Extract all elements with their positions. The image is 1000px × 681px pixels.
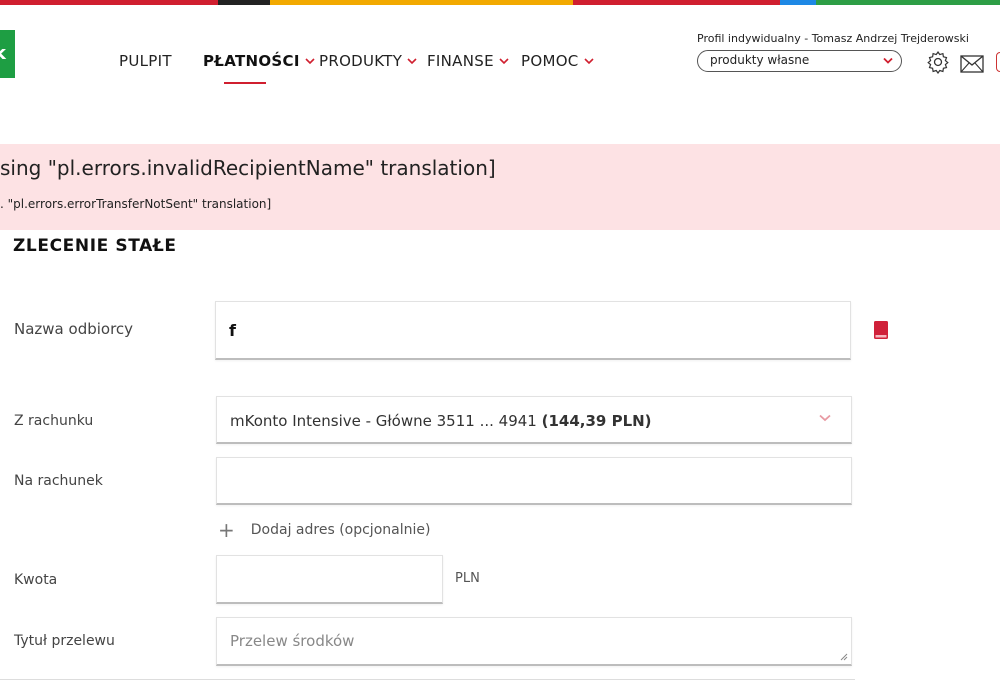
logo-text: k: [0, 43, 6, 64]
chevron-down-icon: [499, 58, 509, 65]
language-flag-icon[interactable]: [996, 52, 1000, 72]
currency-label: PLN: [455, 571, 480, 586]
strip-segment: [218, 0, 270, 5]
nav-item-platnosci[interactable]: PŁATNOŚCI: [203, 52, 315, 70]
divider: [0, 679, 855, 680]
to-account-input[interactable]: [216, 457, 852, 505]
recipient-name-value: f: [229, 321, 236, 340]
error-message-secondary: . "pl.errors.errorTransferNotSent" trans…: [0, 197, 272, 211]
transfer-title-placeholder: Przelew środków: [230, 632, 355, 650]
from-account-select[interactable]: mKonto Intensive - Główne 3511 ... 4941 …: [216, 396, 852, 444]
nav-item-label: PŁATNOŚCI: [203, 52, 300, 70]
strip-segment: [780, 0, 816, 5]
nav-item-pulpit[interactable]: PULPIT: [119, 52, 172, 70]
chevron-down-icon: [883, 57, 893, 64]
chevron-down-icon: [407, 58, 417, 65]
from-account-value: mKonto Intensive - Główne 3511 ... 4941 …: [230, 412, 652, 430]
profile-select[interactable]: produkty własne: [697, 50, 902, 72]
page-title: ZLECENIE STAŁE: [13, 236, 177, 256]
nav-item-pomoc[interactable]: POMOC: [521, 52, 594, 70]
add-address-link[interactable]: + Dodaj adres (opcjonalnie): [218, 520, 430, 540]
to-account-label: Na rachunek: [14, 473, 103, 489]
recipient-name-label: Nazwa odbiorcy: [14, 320, 134, 338]
strip-segment: [270, 0, 573, 5]
plus-icon: +: [218, 518, 235, 542]
error-message-primary: sing "pl.errors.invalidRecipientName" tr…: [0, 156, 496, 180]
transfer-title-label: Tytuł przelewu: [14, 633, 115, 649]
from-account-label: Z rachunku: [14, 413, 94, 429]
active-nav-underline: [224, 82, 266, 84]
chevron-down-icon: [584, 58, 594, 65]
chevron-down-icon: [305, 58, 315, 65]
account-name: mKonto Intensive - Główne 3511 ... 4941: [230, 412, 537, 430]
nav-item-produkty[interactable]: PRODUKTY: [319, 52, 417, 70]
nav-item-label: FINANSE: [427, 52, 494, 70]
profile-select-value: produkty własne: [710, 53, 810, 67]
strip-segment: [0, 0, 218, 5]
nav-item-label: POMOC: [521, 52, 579, 70]
amount-label: Kwota: [14, 572, 58, 588]
chevron-down-icon: [819, 414, 831, 422]
address-book-icon[interactable]: [873, 320, 889, 340]
nav-item-finanse[interactable]: FINANSE: [427, 52, 509, 70]
transfer-title-textarea[interactable]: Przelew środków: [216, 617, 852, 666]
resize-handle-icon[interactable]: [840, 653, 848, 661]
strip-segment: [573, 0, 780, 5]
amount-input[interactable]: [216, 555, 443, 604]
nav-item-label: PULPIT: [119, 52, 172, 70]
add-address-label: Dodaj adres (opcjonalnie): [250, 522, 431, 538]
bank-logo[interactable]: k: [0, 30, 15, 78]
top-color-strip: [0, 0, 1000, 5]
account-balance: (144,39 PLN): [541, 412, 652, 430]
nav-item-label: PRODUKTY: [319, 52, 403, 70]
profile-label: Profil indywidualny - Tomasz Andrzej Tre…: [697, 32, 969, 45]
recipient-name-input[interactable]: f: [215, 301, 851, 360]
envelope-icon[interactable]: [960, 55, 984, 73]
gear-icon[interactable]: [926, 50, 950, 74]
strip-segment: [816, 0, 1000, 5]
